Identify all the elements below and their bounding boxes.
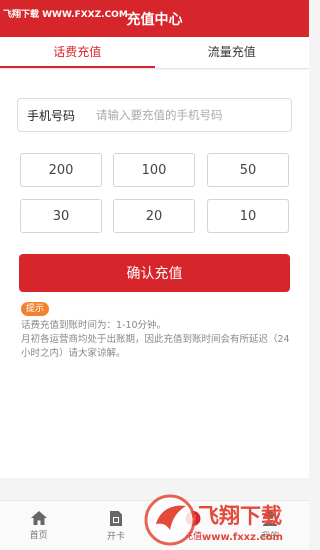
sim-card-icon	[109, 510, 122, 526]
phone-number-input[interactable]	[96, 108, 281, 122]
watermark-text: 飞翔下载 WWW.FXXZ.COM	[3, 10, 128, 20]
phone-number-row: 手机号码	[17, 98, 292, 132]
tab-phone-recharge[interactable]: 话费充值	[0, 37, 155, 68]
page-title: 充值中心	[126, 11, 183, 28]
amount-option-200[interactable]: 200	[20, 153, 102, 187]
phone-number-label: 手机号码	[27, 108, 76, 123]
fxxz-logo: 飞翔下载 www.fxxz.com	[144, 494, 283, 546]
nav-item-home[interactable]: 首页	[0, 501, 77, 550]
amount-option-10[interactable]: 10	[207, 199, 289, 233]
tab-data-recharge[interactable]: 流量充值	[155, 37, 310, 68]
svg-text:www.fxxz.com: www.fxxz.com	[202, 532, 283, 543]
confirm-recharge-button[interactable]: 确认充值	[19, 254, 290, 292]
main-content: 手机号码 200 100 50 30 20 10 确认充值 提示 话费充值到账时…	[0, 70, 309, 478]
tip-text: 话费充值到账时间为：1-10分钟。 月初各运营商均处于出账期，因此充值到账时间会…	[21, 319, 293, 361]
amount-option-50[interactable]: 50	[207, 153, 289, 187]
amount-option-100[interactable]: 100	[113, 153, 195, 187]
nav-label-home: 首页	[29, 531, 48, 541]
app-header: 飞翔下载 WWW.FXXZ.COM 充值中心	[0, 0, 309, 37]
tip-badge: 提示	[21, 302, 50, 316]
tip-line-1: 话费充值到账时间为：1-10分钟。	[21, 320, 167, 331]
svg-text:飞翔下载: 飞翔下载	[198, 504, 282, 528]
amount-option-30[interactable]: 30	[20, 199, 102, 233]
nav-label-open-card: 开卡	[106, 531, 125, 542]
amount-option-20[interactable]: 20	[113, 199, 195, 233]
tip-line-2: 月初各运营商均处于出账期，因此充值到账时间会有所延迟（24小时之内）请大家谅解。	[21, 334, 290, 359]
recharge-tabs: 话费充值 流量充值	[0, 37, 309, 69]
home-icon	[30, 511, 47, 525]
